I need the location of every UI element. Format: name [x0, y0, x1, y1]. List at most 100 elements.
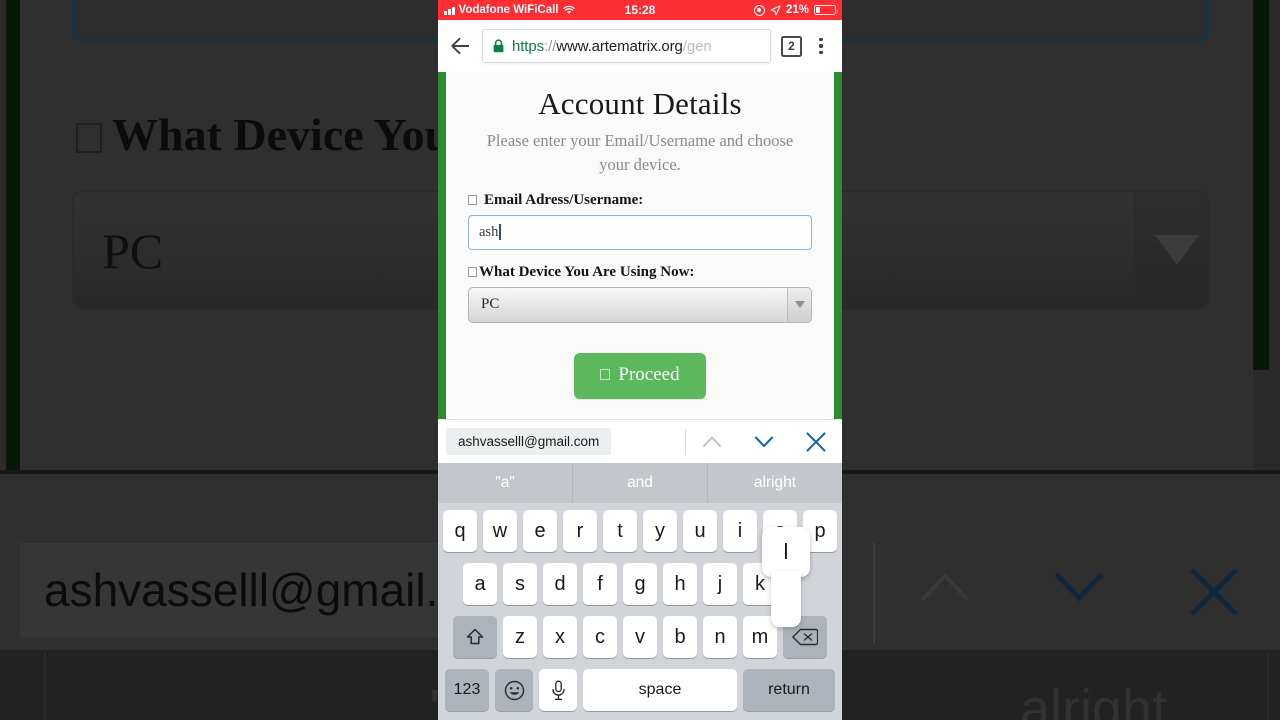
- key-a[interactable]: a: [463, 563, 497, 605]
- background-autofill-divider: [873, 543, 875, 643]
- status-bar-left: Vodafone WiFiCall: [444, 4, 575, 16]
- text-caret: [499, 224, 501, 240]
- url-separator: ://: [544, 37, 557, 55]
- autofill-suggestion-chip[interactable]: ashvasselll@gmail.com: [446, 428, 612, 455]
- background-autofill-text: ashvasselll@gmail.: [44, 564, 439, 616]
- tab-count-button[interactable]: 2: [781, 35, 802, 57]
- proceed-button[interactable]: Proceed: [574, 352, 706, 399]
- checkbox-icon: [600, 369, 611, 380]
- space-key[interactable]: space: [583, 669, 737, 711]
- key-w[interactable]: w: [483, 510, 517, 552]
- chevron-down-icon: [794, 301, 805, 308]
- key-c[interactable]: c: [583, 616, 617, 658]
- key-j[interactable]: j: [703, 563, 737, 605]
- url-bar[interactable]: https://www.artematrix.org/gen: [482, 29, 771, 63]
- background-chevron-down-icon: [1155, 235, 1199, 265]
- url-host: www.artematrix.org: [556, 37, 683, 55]
- key-i[interactable]: i: [723, 510, 757, 552]
- background-device-value: PC: [102, 223, 164, 279]
- signal-bars-icon: [444, 6, 455, 15]
- emoji-smiley-icon: [504, 680, 524, 700]
- microphone-icon: [551, 680, 565, 700]
- email-field-label: Email Adress/Username:: [468, 192, 812, 209]
- key-v[interactable]: v: [623, 616, 657, 658]
- device-select[interactable]: PC: [468, 286, 812, 323]
- prediction-2[interactable]: alright: [707, 463, 842, 503]
- lock-icon: [493, 39, 504, 53]
- prediction-1[interactable]: and: [572, 463, 707, 503]
- key-y[interactable]: y: [643, 510, 677, 552]
- do-not-disturb-icon: [753, 4, 765, 16]
- backspace-icon: [792, 628, 818, 646]
- emoji-key[interactable]: [495, 669, 533, 711]
- prediction-0[interactable]: "a": [438, 463, 572, 503]
- proceed-button-label: Proceed: [618, 363, 680, 385]
- email-input-value: ash: [479, 223, 499, 240]
- key-u[interactable]: u: [683, 510, 717, 552]
- keyboard-row-4: 123 space return: [441, 669, 839, 711]
- device-field-label: What Device You Are Using Now:: [468, 264, 812, 281]
- microphone-key[interactable]: [539, 669, 577, 711]
- key-e[interactable]: e: [523, 510, 557, 552]
- checkbox-icon: [468, 267, 477, 277]
- status-bar: Vodafone WiFiCall 15:28 21%: [438, 0, 842, 20]
- return-key[interactable]: return: [743, 669, 835, 711]
- page-subtitle: Please enter your Email/Username and cho…: [486, 131, 794, 175]
- background-chevron-up-icon: [920, 573, 970, 602]
- on-screen-keyboard: "a" and alright q w e r t y u i o p: [438, 463, 842, 720]
- key-r[interactable]: r: [563, 510, 597, 552]
- key-b[interactable]: b: [663, 616, 697, 658]
- email-field-label-text: Email Adress/Username:: [484, 191, 644, 208]
- device-select-value: PC: [481, 296, 500, 312]
- key-t[interactable]: t: [603, 510, 637, 552]
- shift-key[interactable]: [453, 616, 497, 658]
- shift-arrow-icon: [466, 628, 484, 645]
- background-close-x-icon: [1190, 568, 1238, 616]
- email-input[interactable]: ash: [468, 214, 812, 250]
- status-bar-right: 21%: [753, 4, 839, 16]
- key-f[interactable]: f: [583, 563, 617, 605]
- web-page-content: Account Details Please enter your Email/…: [438, 72, 842, 419]
- key-n[interactable]: n: [703, 616, 737, 658]
- background-frame-left: [6, 0, 20, 470]
- proceed-button-wrap: Proceed: [468, 352, 812, 399]
- keyboard-row-2: a s d f g h j k l: [441, 527, 839, 605]
- background-prediction-right: alright: [1020, 679, 1168, 720]
- location-arrow-icon: [770, 4, 781, 15]
- autofill-next-button[interactable]: [738, 420, 790, 464]
- select-arrow-box: [787, 287, 811, 322]
- phone-screen: Vodafone WiFiCall 15:28 21% https://www.…: [438, 0, 842, 720]
- background-checkbox-icon: [76, 123, 102, 153]
- keyboard-rows: q w e r t y u i o p a s d f g h: [438, 503, 842, 711]
- close-x-icon: [806, 431, 826, 452]
- autofill-bar: ashvasselll@gmail.com: [438, 419, 842, 463]
- prediction-row: "a" and alright: [438, 463, 842, 503]
- background-prediction-divider-left: [44, 652, 46, 720]
- url-path: /gen: [682, 37, 712, 55]
- kebab-menu-icon[interactable]: [812, 37, 830, 55]
- key-s[interactable]: s: [503, 563, 537, 605]
- numeric-key[interactable]: 123: [445, 669, 489, 711]
- autofill-previous-button[interactable]: [686, 420, 738, 464]
- key-z[interactable]: z: [503, 616, 537, 658]
- url-text: https://www.artematrix.org/gen: [512, 38, 712, 55]
- autofill-close-button[interactable]: [790, 420, 842, 464]
- back-arrow-icon[interactable]: [450, 35, 472, 57]
- carrier-label: Vodafone WiFiCall: [458, 4, 559, 16]
- background-email-value: ash: [113, 0, 191, 9]
- chevron-up-icon: [703, 436, 721, 447]
- chevron-down-icon: [754, 436, 774, 448]
- key-press-popup: l: [762, 527, 810, 577]
- background-frame-right: [1253, 0, 1269, 370]
- key-x[interactable]: x: [543, 616, 577, 658]
- key-g[interactable]: g: [623, 563, 657, 605]
- key-h[interactable]: h: [663, 563, 697, 605]
- key-d[interactable]: d: [543, 563, 577, 605]
- browser-toolbar: https://www.artematrix.org/gen 2: [438, 20, 842, 72]
- url-scheme: https: [512, 37, 545, 55]
- page-title: Account Details: [538, 86, 742, 121]
- checkbox-icon: [468, 195, 477, 205]
- key-q[interactable]: q: [443, 510, 477, 552]
- battery-percent-label: 21%: [785, 4, 809, 16]
- background-chevron-down-icon: [1054, 572, 1104, 602]
